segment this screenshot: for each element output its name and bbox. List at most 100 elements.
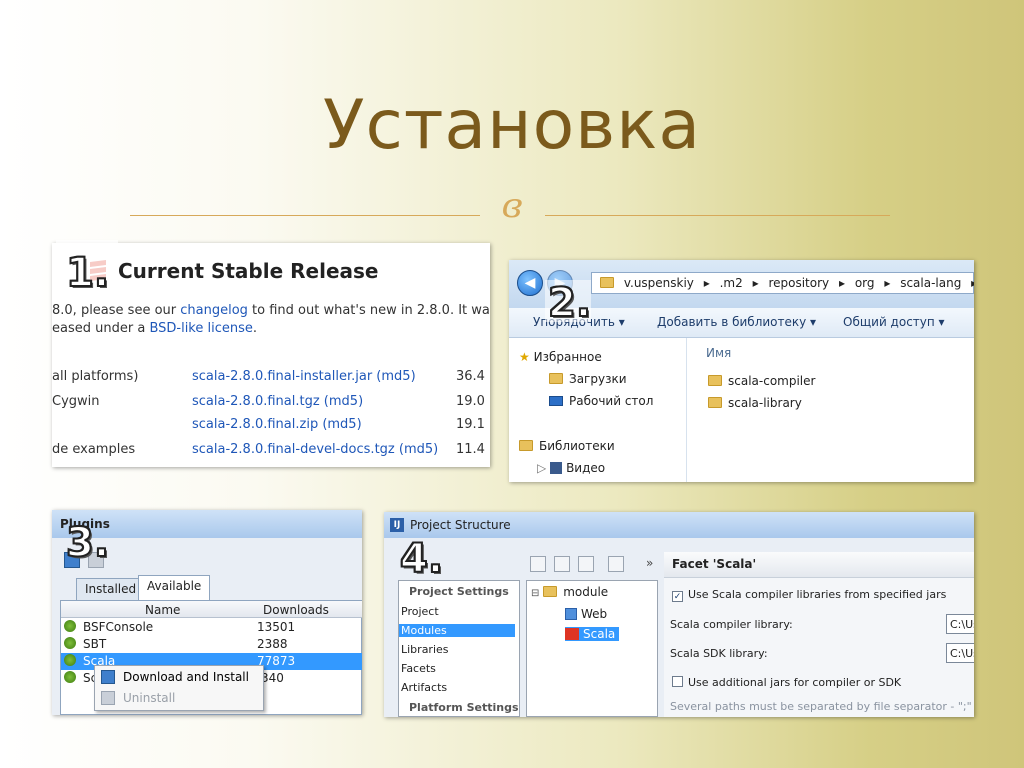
file-size: 36.4 M xyxy=(456,369,490,384)
module-folder-icon xyxy=(543,586,558,597)
more-icon[interactable]: » xyxy=(646,556,653,570)
download-link[interactable]: scala-2.8.0.final-devel-docs.tgz (md5) xyxy=(192,442,438,457)
settings-item-libraries[interactable]: Libraries xyxy=(401,643,449,656)
compiler-library-field[interactable]: C:\Us xyxy=(946,614,974,634)
project-settings-list: Project Settings Project Modules Librari… xyxy=(398,580,520,717)
file-item[interactable]: scala-library xyxy=(708,396,802,410)
separator-hint: Several paths must be separated by file … xyxy=(670,700,972,713)
add-icon[interactable] xyxy=(530,556,546,572)
nav-item-downloads[interactable]: Загрузки xyxy=(549,372,627,386)
tab-installed[interactable]: Installed xyxy=(76,578,146,600)
tab-available[interactable]: Available xyxy=(138,575,211,600)
option-label: Use additional jars for compiler or SDK xyxy=(688,676,902,689)
search-icon[interactable] xyxy=(608,556,624,572)
column-header-downloads[interactable]: Downloads xyxy=(263,603,329,617)
menu-item-download-install[interactable]: Download and Install xyxy=(123,670,249,684)
folder-icon xyxy=(708,375,722,386)
download-link[interactable]: scala-2.8.0.final-installer.jar (md5) xyxy=(192,369,416,384)
folder-icon xyxy=(600,277,614,288)
license-note-text: . xyxy=(252,321,258,336)
use-additional-jars-option[interactable]: Use additional jars for compiler or SDK xyxy=(672,676,901,689)
settings-item-facets[interactable]: Facets xyxy=(401,662,436,675)
copy-icon[interactable] xyxy=(578,556,594,572)
table-row[interactable]: BSFConsole 13501 xyxy=(61,619,362,636)
expand-arrow-icon[interactable]: ▷ xyxy=(537,461,546,475)
module-tree: ⊟ module Web Scala xyxy=(526,580,658,717)
breadcrumb-separator-icon: ▸ xyxy=(971,276,974,290)
tree-label: module xyxy=(563,585,609,599)
nav-item-libraries[interactable]: Библиотеки xyxy=(519,439,615,453)
tree-label: Web xyxy=(581,607,608,621)
nav-label: Избранное xyxy=(533,350,602,364)
libraries-icon xyxy=(519,440,533,451)
web-facet-icon xyxy=(565,608,577,620)
release-note-line2: eased under a BSD-like license. xyxy=(52,321,257,336)
collapse-icon[interactable]: ⊟ xyxy=(531,588,539,599)
add-to-library-button[interactable]: Добавить в библиотеку ▾ xyxy=(657,315,816,329)
ornament-icon: ɞ xyxy=(501,186,523,226)
settings-item-artifacts[interactable]: Artifacts xyxy=(401,681,447,694)
settings-item-project[interactable]: Project xyxy=(401,605,439,618)
tree-label: Scala xyxy=(583,627,616,641)
tree-node-module[interactable]: ⊟ module xyxy=(531,585,608,599)
project-settings-header: Project Settings xyxy=(409,585,509,598)
plugin-icon xyxy=(64,654,76,666)
tree-node-scala[interactable]: Scala xyxy=(565,627,620,641)
plugin-downloads: 13501 xyxy=(257,620,296,634)
context-menu: Download and Install Uninstall xyxy=(94,665,264,711)
desktop-icon xyxy=(549,396,563,406)
nav-label: Видео xyxy=(566,461,606,475)
license-note-text: eased under a xyxy=(52,321,150,336)
platform-label: all platforms) xyxy=(52,369,139,384)
column-header-name[interactable]: Name xyxy=(145,603,180,617)
checkbox-unchecked[interactable] xyxy=(672,676,683,687)
platform-label: de examples xyxy=(52,442,136,457)
plugin-name: SBT xyxy=(83,637,107,651)
license-link[interactable]: BSD-like license xyxy=(149,321,252,336)
use-compiler-libs-option[interactable]: ✓ Use Scala compiler libraries from speci… xyxy=(672,588,946,602)
breadcrumb-item[interactable]: .m2 xyxy=(720,276,743,290)
download-link[interactable]: scala-2.8.0.final.tgz (md5) xyxy=(192,394,363,409)
nav-item-video[interactable]: ▷ Видео xyxy=(537,461,605,475)
facet-settings: Facet 'Scala' ✓ Use Scala compiler librar… xyxy=(664,552,974,717)
breadcrumb-item[interactable]: v.uspenskiy xyxy=(624,276,694,290)
changelog-link[interactable]: changelog xyxy=(180,303,248,318)
table-header: Name Downloads xyxy=(61,601,362,618)
plugin-icon xyxy=(64,671,76,683)
nav-item-desktop[interactable]: Рабочий стол xyxy=(549,394,653,408)
file-size: 19.0 M xyxy=(456,394,490,409)
breadcrumb-item[interactable]: repository xyxy=(768,276,829,290)
tree-node-web[interactable]: Web xyxy=(565,607,607,621)
menu-item-uninstall[interactable]: Uninstall xyxy=(123,691,175,705)
scala-facet-icon xyxy=(565,628,579,640)
project-structure-panel: Project Structure IJ » Project Settings … xyxy=(384,512,974,717)
back-arrow-icon[interactable]: ◀ xyxy=(517,270,543,296)
table-row[interactable]: SBT 2388 xyxy=(61,636,362,653)
file-size: 19.1 M xyxy=(456,417,490,432)
sdk-library-field[interactable]: C:\Us xyxy=(946,643,974,663)
download-link[interactable]: scala-2.8.0.final.zip (md5) xyxy=(192,417,362,432)
breadcrumb-item[interactable]: org xyxy=(855,276,875,290)
breadcrumb-separator-icon: ▸ xyxy=(703,276,710,290)
settings-item-modules[interactable]: Modules xyxy=(399,624,515,637)
breadcrumb-item[interactable]: scala-lang xyxy=(900,276,961,290)
explorer-nav-pane: ★ Избранное Загрузки Рабочий стол Библио… xyxy=(509,338,687,482)
star-icon: ★ xyxy=(519,350,530,364)
file-name: scala-compiler xyxy=(728,374,816,388)
remove-icon[interactable] xyxy=(554,556,570,572)
plugin-icon xyxy=(64,620,76,632)
step-3-number: 3. xyxy=(65,519,110,567)
nav-item-favorites[interactable]: ★ Избранное xyxy=(519,350,602,364)
ornament-line-left xyxy=(130,215,480,216)
checkbox-checked[interactable]: ✓ xyxy=(672,591,683,602)
video-icon xyxy=(550,462,563,474)
file-item[interactable]: scala-compiler xyxy=(708,374,815,388)
breadcrumb[interactable]: v.uspenskiy ▸ .m2 ▸ repository ▸ org ▸ s… xyxy=(591,272,974,294)
column-header-name[interactable]: Имя xyxy=(706,346,731,360)
share-button[interactable]: Общий доступ ▾ xyxy=(843,315,945,329)
uninstall-icon xyxy=(101,691,115,705)
nav-label: Библиотеки xyxy=(539,439,615,453)
breadcrumb-separator-icon: ▸ xyxy=(884,276,891,290)
breadcrumb-separator-icon: ▸ xyxy=(752,276,759,290)
nav-label: Рабочий стол xyxy=(569,394,654,408)
